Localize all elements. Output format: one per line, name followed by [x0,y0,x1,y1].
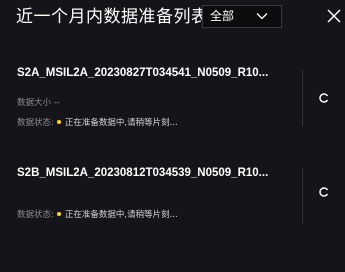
list-item: S2B_MSIL2A_20230812T034539_N0509_R10... … [0,166,345,228]
size-label: 数据大小 [17,98,52,108]
page-title: 近一个月内数据准备列表 [16,7,209,27]
status-dot [56,120,61,124]
divider [302,168,303,224]
refresh-icon[interactable] [318,92,330,104]
status-filter-select[interactable]: 全部 [202,5,282,28]
list-item: S2A_MSIL2A_20230827T034541_N0509_R10... … [0,66,345,142]
close-icon[interactable] [326,8,342,24]
item-status: 数据状态: 正在准备数据中,请稍等片刻... [17,118,178,129]
item-name: S2A_MSIL2A_20230827T034541_N0509_R10... [17,67,269,79]
size-value: -- [53,98,60,108]
chevron-down-icon [256,13,268,20]
divider [302,70,303,126]
status-text: 正在准备数据中,请稍等片刻... [64,118,178,128]
item-name: S2B_MSIL2A_20230812T034539_N0509_R10... [17,167,269,179]
item-status: 数据状态: 正在准备数据中,请稍等片刻... [17,210,178,221]
status-label: 数据状态: [17,118,54,128]
filter-selected-value: 全部 [210,9,235,23]
header: 近一个月内数据准备列表 全部 [0,0,345,38]
status-dot [56,212,61,216]
refresh-icon[interactable] [318,186,330,198]
status-text: 正在准备数据中,请稍等片刻... [64,210,178,220]
item-size: 数据大小 -- [17,98,60,109]
status-label: 数据状态: [17,210,54,220]
